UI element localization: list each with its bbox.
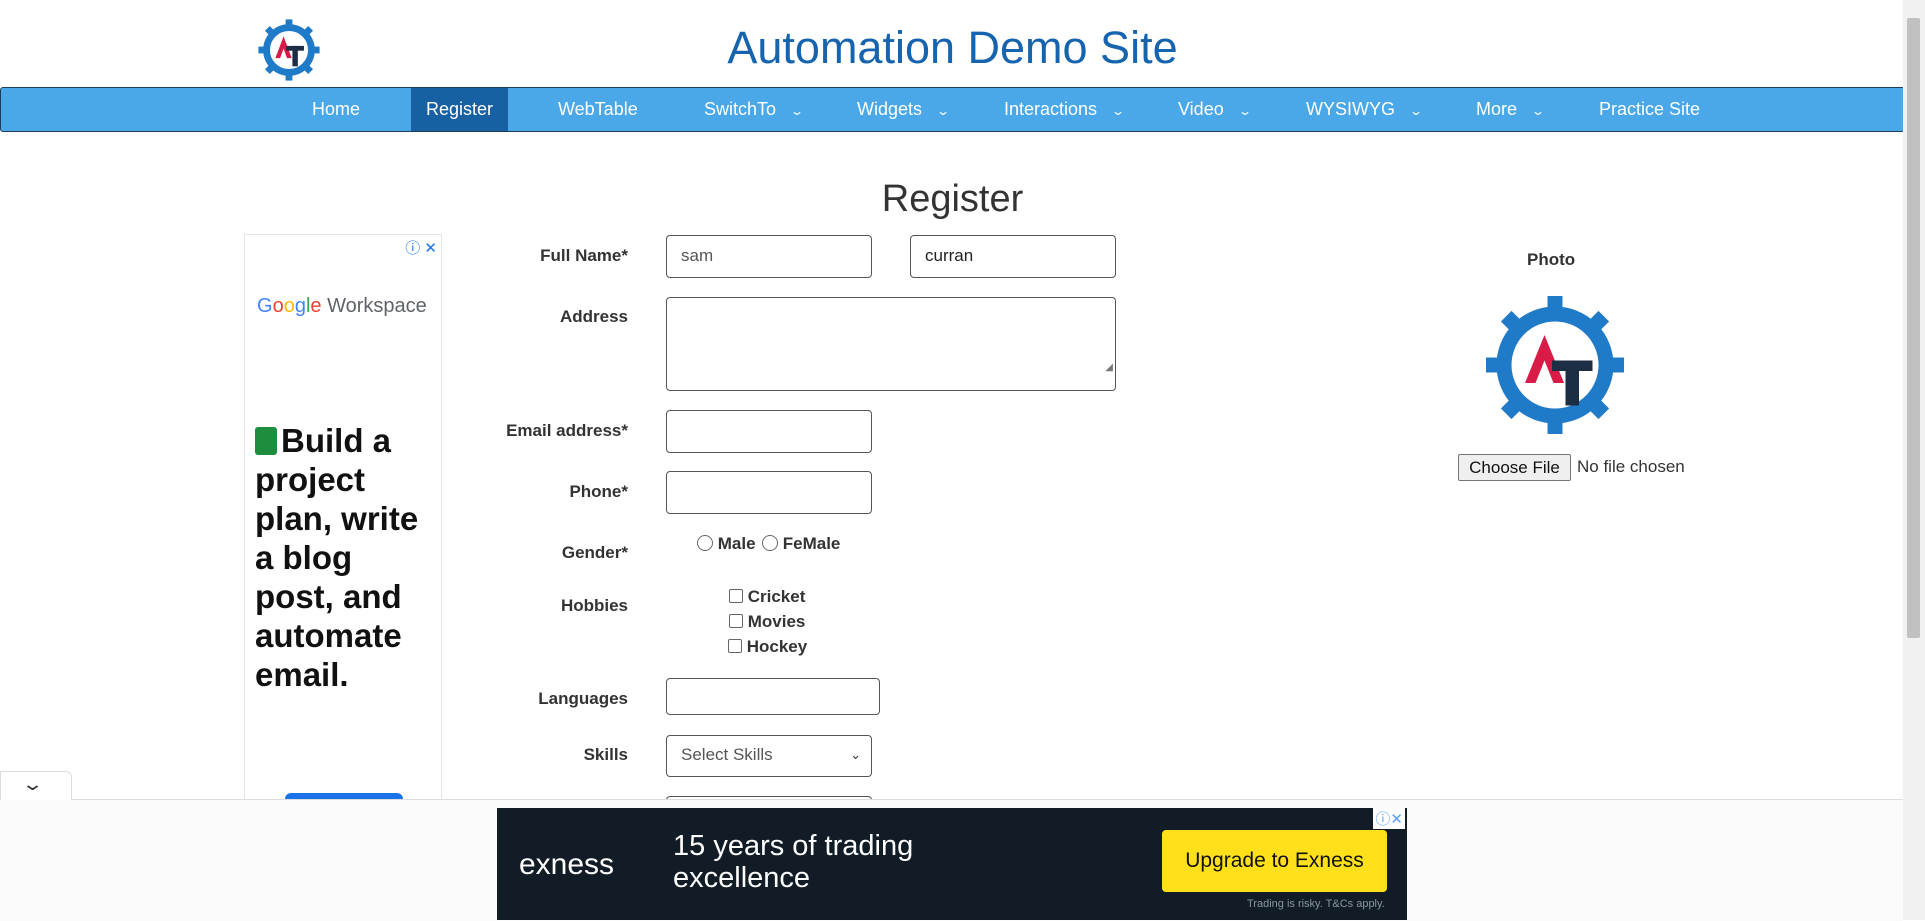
chevron-down-icon: ⌄ — [1237, 104, 1252, 118]
nav-video[interactable]: Video ⌄ — [1163, 88, 1265, 131]
scrollbar-thumb[interactable] — [1907, 18, 1920, 638]
photo-preview — [1486, 296, 1624, 434]
movies-checkbox[interactable] — [729, 614, 743, 628]
first-name-input[interactable]: sam — [666, 235, 872, 278]
email-label: Email address* — [506, 421, 628, 440]
bottom-advertisement[interactable]: exness 15 years of trading excellence Up… — [497, 808, 1407, 920]
choose-file-button[interactable]: Choose File — [1458, 454, 1571, 481]
hockey-checkbox[interactable] — [728, 639, 742, 653]
skills-select[interactable]: Select Skills ⌄ — [666, 735, 872, 777]
document-icon — [255, 427, 277, 455]
upgrade-button[interactable]: Upgrade to Exness — [1162, 830, 1387, 892]
ad-headline: Build a project plan, write a blog post,… — [255, 422, 419, 693]
nav-interactions[interactable]: Interactions ⌄ — [989, 88, 1138, 131]
hobby-cricket[interactable]: Cricket — [729, 587, 805, 607]
form-labels: Full Name* Address Email address* Phone*… — [470, 0, 628, 920]
google-workspace-logo: Google Workspace — [257, 295, 427, 317]
email-input[interactable] — [666, 410, 872, 453]
hobby-hockey[interactable]: Hockey — [728, 637, 807, 657]
chevron-down-icon: ⌄ — [936, 104, 951, 118]
exness-ad-text: 15 years of trading excellence — [673, 830, 914, 894]
address-label: Address — [559, 307, 628, 326]
left-advertisement[interactable]: ⓘ ✕ Google Workspace Build a project pla… — [244, 234, 442, 807]
site-title: Automation Demo Site — [727, 22, 1178, 73]
phone-input[interactable] — [666, 471, 872, 514]
chevron-down-icon: ⌄ — [1111, 104, 1126, 118]
hobby-movies[interactable]: Movies — [729, 612, 805, 632]
photo-label: Photo — [1527, 250, 1576, 269]
nav-widgets[interactable]: Widgets ⌄ — [842, 88, 963, 131]
nav-more[interactable]: More ⌄ — [1461, 88, 1558, 131]
male-radio[interactable] — [697, 535, 713, 551]
chevron-down-icon: ⌄ — [790, 104, 805, 118]
phone-label: Phone* — [569, 482, 628, 501]
gender-female-option[interactable]: FeMale — [762, 534, 840, 554]
chevron-down-icon: ⌄ — [21, 774, 44, 794]
last-name-input[interactable]: curran — [910, 235, 1116, 278]
full-name-label: Full Name* — [540, 246, 628, 265]
main-navbar: Home Register WebTable SwitchTo ⌄ Widgets… — [0, 87, 1905, 132]
chevron-down-icon: ⌄ — [1408, 104, 1424, 118]
collapse-ad-button[interactable]: ⌄ — [0, 771, 72, 800]
languages-input[interactable] — [666, 678, 880, 715]
file-status: No file chosen — [1577, 457, 1685, 476]
info-icon[interactable]: ⓘ — [405, 240, 420, 257]
close-icon[interactable]: ✕ — [424, 240, 437, 257]
hobbies-label: Hobbies — [560, 596, 628, 615]
chevron-down-icon: ⌄ — [850, 747, 861, 762]
exness-logo: exness — [519, 848, 615, 881]
ad-fine-print: Trading is risky. T&Cs apply. — [1247, 898, 1385, 910]
skills-label: Skills — [583, 745, 628, 764]
nav-switchto[interactable]: SwitchTo ⌄ — [689, 88, 817, 131]
gender-label: Gender* — [561, 543, 628, 562]
page-title: Register — [881, 178, 1024, 220]
chevron-down-icon: ⌄ — [1531, 104, 1546, 118]
female-radio[interactable] — [762, 535, 778, 551]
close-icon[interactable]: ✕ — [1390, 811, 1403, 828]
resize-handle-icon[interactable]: ◢ — [1105, 348, 1113, 388]
address-textarea[interactable]: ◢ — [666, 297, 1116, 391]
nav-practice-site[interactable]: Practice Site — [1584, 88, 1715, 131]
nav-home[interactable]: Home — [297, 88, 375, 131]
info-icon[interactable]: ⓘ — [1375, 811, 1390, 828]
nav-wysiwyg[interactable]: WYSIWYG ⌄ — [1291, 88, 1436, 131]
gender-male-option[interactable]: Male — [697, 534, 756, 554]
cricket-checkbox[interactable] — [729, 589, 743, 603]
languages-label: Languages — [538, 689, 628, 708]
